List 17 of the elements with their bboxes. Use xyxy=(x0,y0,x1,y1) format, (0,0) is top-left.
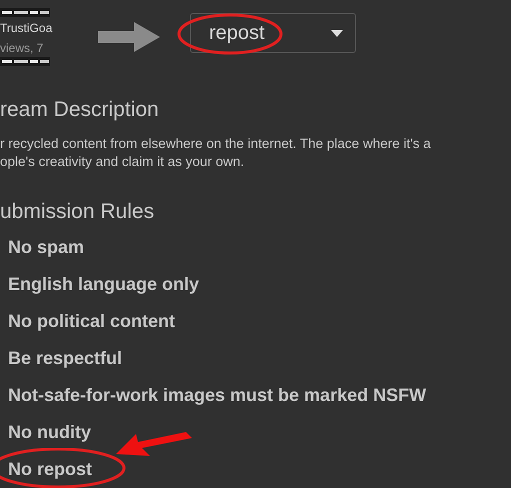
description-text: ople's creativity and claim it as your own. xyxy=(0,153,246,171)
rule-item: Not-safe-for-work images must be marked NSFW xyxy=(8,384,426,406)
section-heading: ream Description xyxy=(0,97,160,123)
rule-item: No nudity xyxy=(8,421,91,443)
rule-item: Be respectful xyxy=(8,347,122,369)
rule-item: No spam xyxy=(8,236,84,258)
section-heading: ubmission Rules xyxy=(0,199,156,225)
rule-item: No repost xyxy=(8,458,92,480)
rule-item: No political content xyxy=(8,310,176,332)
view-count: views, 7 xyxy=(0,40,44,57)
description-text: r recycled content from elsewhere on the internet. The place where it's a xyxy=(0,135,432,153)
owner-name[interactable]: TrustiGoa xyxy=(0,17,60,39)
arrow-icon xyxy=(116,430,192,458)
type-dropdown[interactable]: repost xyxy=(190,13,356,53)
caret-icon xyxy=(331,30,343,36)
arrow-icon xyxy=(98,22,160,52)
rule-item: English language only xyxy=(8,273,200,295)
